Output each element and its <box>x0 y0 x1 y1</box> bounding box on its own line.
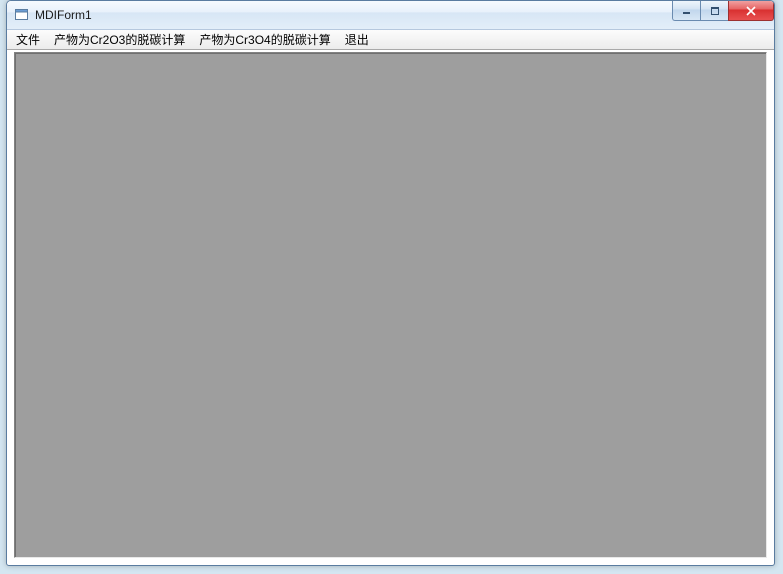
menu-cr3o4-calc[interactable]: 产物为Cr3O4的脱碳计算 <box>192 30 337 49</box>
titlebar[interactable]: MDIForm1 <box>7 1 774 30</box>
mdi-parent-window: MDIForm1 文件 产物为Cr2O3的脱碳计算 产物为C <box>6 0 775 566</box>
menu-exit[interactable]: 退出 <box>338 30 376 49</box>
mdi-client-area <box>14 52 767 558</box>
minimize-button[interactable] <box>672 1 700 21</box>
maximize-button[interactable] <box>700 1 728 21</box>
menu-file[interactable]: 文件 <box>9 30 47 49</box>
window-controls <box>672 1 774 21</box>
menu-cr2o3-calc[interactable]: 产物为Cr2O3的脱碳计算 <box>47 30 192 49</box>
close-button[interactable] <box>728 1 774 21</box>
app-icon <box>14 7 30 23</box>
menubar: 文件 产物为Cr2O3的脱碳计算 产物为Cr3O4的脱碳计算 退出 <box>7 30 774 50</box>
window-title: MDIForm1 <box>35 1 92 30</box>
